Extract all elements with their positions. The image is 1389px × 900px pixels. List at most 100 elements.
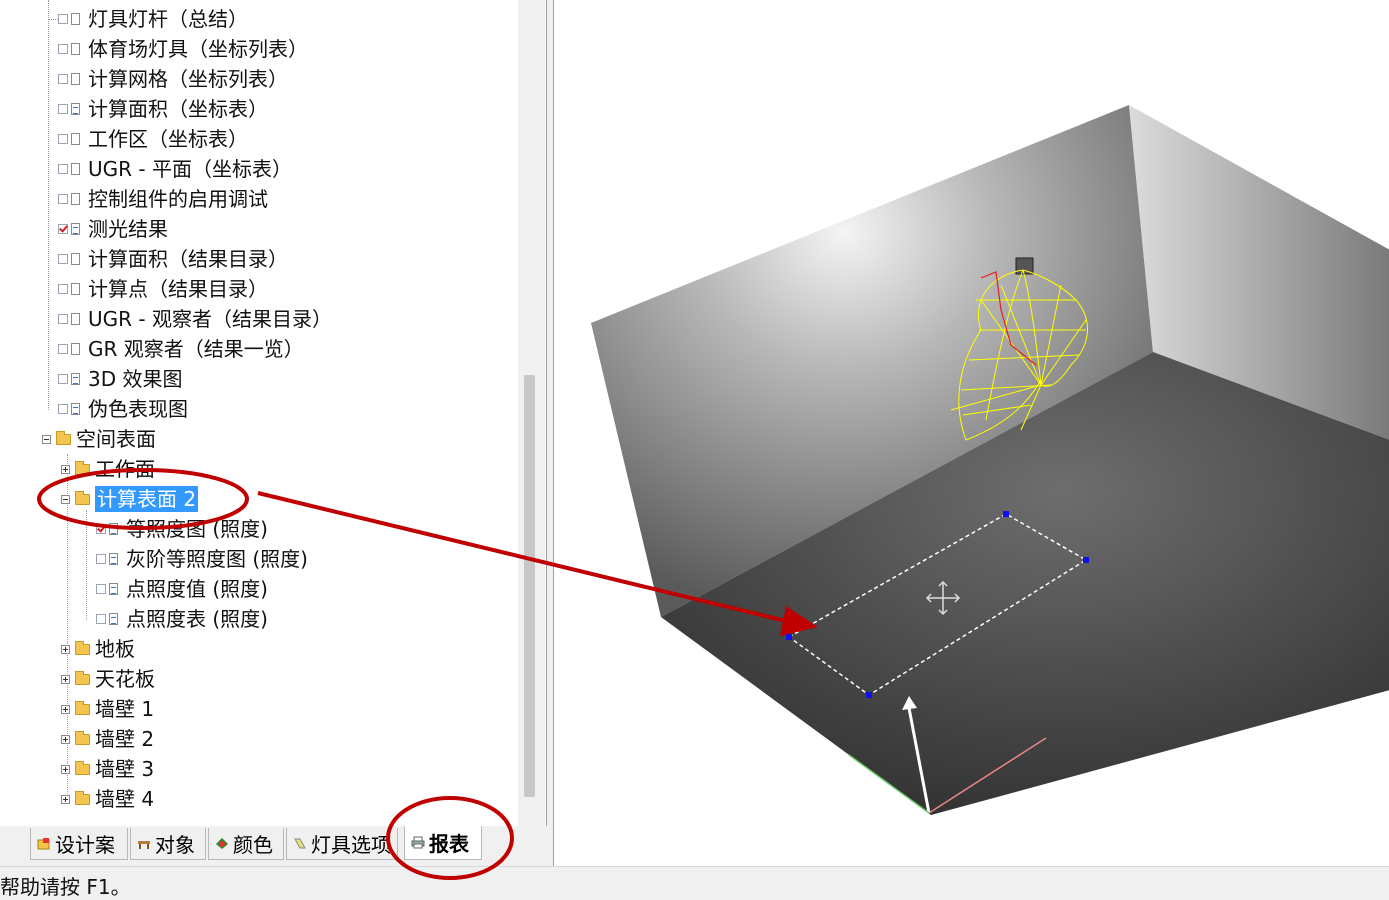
tree-item-label: 测光结果 xyxy=(88,217,168,241)
expand-icon[interactable] xyxy=(61,674,70,684)
tree-item-calc-report[interactable]: 等照度图 (照度) xyxy=(86,514,268,544)
tree-item-label: 天花板 xyxy=(95,667,155,691)
report-checkbox[interactable] xyxy=(58,374,68,384)
report-checkbox[interactable] xyxy=(58,194,68,204)
expand-icon[interactable] xyxy=(61,464,70,474)
tree-folder-calc-surface[interactable]: 计算表面 2 xyxy=(61,484,199,514)
printer-icon xyxy=(411,836,425,849)
tree-item-label: 灯具灯杆（总结） xyxy=(88,7,248,31)
report-doc-icon xyxy=(71,313,80,325)
tree-scrollbar-thumb[interactable] xyxy=(524,375,535,797)
report-checkbox[interactable] xyxy=(58,284,68,294)
tree-item-label: 计算面积（结果目录） xyxy=(88,247,288,271)
panel-tab-bar: 设计案 对象 颜色 灯具选项 报表 xyxy=(0,826,546,866)
report-checkbox[interactable] xyxy=(58,344,68,354)
report-checkbox[interactable] xyxy=(96,554,106,564)
report-checkbox[interactable] xyxy=(58,44,68,54)
tree-item-report[interactable]: 3D 效果图 xyxy=(48,364,182,394)
tree-folder-surface[interactable]: 墙壁 2 xyxy=(61,724,154,754)
tab-label: 对象 xyxy=(155,833,195,857)
report-doc-icon xyxy=(71,283,80,295)
report-doc-icon xyxy=(71,43,80,55)
report-checkbox[interactable] xyxy=(58,164,68,174)
report-checkbox[interactable] xyxy=(58,404,68,414)
report-doc-icon xyxy=(71,163,80,175)
tree-item-report[interactable]: 灯具灯杆（总结） xyxy=(48,4,248,34)
tree-item-report[interactable]: UGR - 平面（坐标表） xyxy=(48,154,292,184)
tree-item-calc-report[interactable]: 点照度值 (照度) xyxy=(86,574,268,604)
report-checkbox[interactable] xyxy=(96,614,106,624)
tree-item-label: 墙壁 1 xyxy=(95,697,155,721)
tree-folder-surface[interactable]: 天花板 xyxy=(61,664,155,694)
tree-item-report[interactable]: 计算网格（坐标列表） xyxy=(48,64,288,94)
tree-item-label: 工作面 xyxy=(95,457,155,481)
tree-item-report[interactable]: 计算点（结果目录） xyxy=(48,274,268,304)
report-doc-icon xyxy=(109,523,118,535)
report-checkbox[interactable] xyxy=(58,254,68,264)
tree-item-report[interactable]: 体育场灯具（坐标列表） xyxy=(48,34,308,64)
tree-item-report[interactable]: UGR - 观察者（结果目录） xyxy=(48,304,332,334)
tree-item-label: 3D 效果图 xyxy=(88,367,183,391)
expand-icon[interactable] xyxy=(61,704,70,714)
object-icon xyxy=(138,841,150,849)
tree-folder-surface[interactable]: 墙壁 4 xyxy=(61,784,154,814)
luminaire-icon xyxy=(294,838,306,849)
project-tree-pane: 灯具灯杆（总结） 体育场灯具（坐标列表） 计算网格（坐标列表） 计算面积（坐标表… xyxy=(0,0,547,826)
report-doc-icon xyxy=(71,13,80,25)
tree-folder-surface[interactable]: 地板 xyxy=(61,634,135,664)
report-doc-icon xyxy=(71,253,80,265)
tree-item-report[interactable]: 控制组件的启用调试 xyxy=(48,184,268,214)
tree-item-report[interactable]: 计算面积（坐标表） xyxy=(48,94,268,124)
report-checkbox[interactable] xyxy=(58,134,68,144)
tree-item-label: 墙壁 2 xyxy=(95,727,155,751)
report-checkbox[interactable] xyxy=(58,104,68,114)
3d-viewport[interactable]: Bai du 经验 jingyan.baidu.com xyxy=(553,0,1389,866)
collapse-icon[interactable] xyxy=(42,434,51,444)
tree-item-label: 计算点（结果目录） xyxy=(88,277,268,301)
tree-item-report[interactable]: 伪色表现图 xyxy=(48,394,188,424)
report-doc-icon xyxy=(71,193,80,205)
folder-icon xyxy=(75,730,90,745)
report-checkbox[interactable] xyxy=(96,584,106,594)
tree-item-calc-report[interactable]: 灰阶等照度图 (照度) xyxy=(86,544,308,574)
tab-reports[interactable]: 报表 xyxy=(404,826,482,860)
room-3d-render xyxy=(591,105,1389,815)
tab-luminaire-options[interactable]: 灯具选项 xyxy=(286,828,398,860)
tree-folder-surface[interactable]: 墙壁 1 xyxy=(61,694,154,724)
report-doc-icon xyxy=(109,613,118,625)
tree-item-label: 点照度值 (照度) xyxy=(126,577,268,601)
folder-icon xyxy=(75,490,90,505)
report-checkbox[interactable] xyxy=(58,74,68,84)
tab-label: 报表 xyxy=(429,832,469,856)
tree-item-label: 工作区（坐标表） xyxy=(88,127,248,151)
project-tree[interactable]: 灯具灯杆（总结） 体育场灯具（坐标列表） 计算网格（坐标列表） 计算面积（坐标表… xyxy=(0,0,518,826)
folder-icon xyxy=(75,640,90,655)
tab-design[interactable]: 设计案 xyxy=(30,828,128,860)
expand-icon[interactable] xyxy=(61,764,70,774)
tab-label: 颜色 xyxy=(233,833,273,857)
folder-icon xyxy=(75,700,90,715)
report-checkbox-checked[interactable] xyxy=(58,224,68,234)
tree-item-report[interactable]: 计算面积（结果目录） xyxy=(48,244,288,274)
expand-icon[interactable] xyxy=(61,734,70,744)
expand-icon[interactable] xyxy=(61,794,70,804)
tree-item-report[interactable]: GR 观察者（结果一览） xyxy=(48,334,304,364)
collapse-icon[interactable] xyxy=(61,494,70,504)
tree-folder-surface[interactable]: 墙壁 3 xyxy=(61,754,154,784)
folder-icon xyxy=(75,760,90,775)
tree-folder-space-surfaces[interactable]: 空间表面 xyxy=(42,424,156,454)
tree-item-report[interactable]: 工作区（坐标表） xyxy=(48,124,248,154)
report-checkbox-checked[interactable] xyxy=(96,524,106,534)
report-checkbox[interactable] xyxy=(58,14,68,24)
report-checkbox[interactable] xyxy=(58,314,68,324)
tree-item-label: 墙壁 3 xyxy=(95,757,155,781)
design-icon xyxy=(37,838,50,850)
tab-objects[interactable]: 对象 xyxy=(130,828,206,860)
expand-icon[interactable] xyxy=(61,644,70,654)
tree-folder-work-surface[interactable]: 工作面 xyxy=(61,454,155,484)
tree-item-calc-report[interactable]: 点照度表 (照度) xyxy=(86,604,268,634)
tree-item-report[interactable]: 测光结果 xyxy=(48,214,168,244)
tree-item-label: UGR - 平面（坐标表） xyxy=(88,157,292,181)
tab-colors[interactable]: 颜色 xyxy=(208,828,284,860)
luminaire-box xyxy=(1015,257,1034,275)
